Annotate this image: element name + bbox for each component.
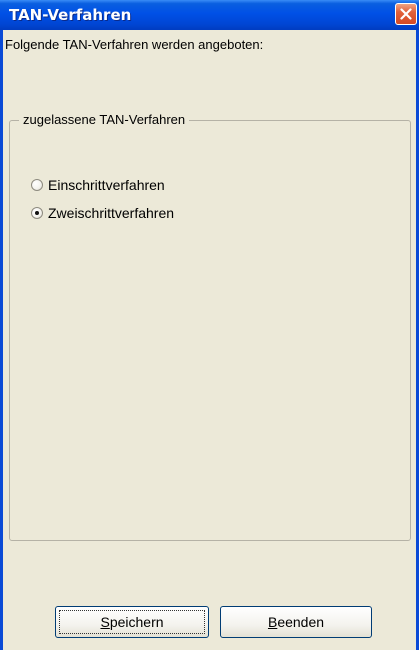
title-bar[interactable]: TAN-Verfahren (0, 0, 419, 30)
group-legend: zugelassene TAN-Verfahren (19, 112, 190, 127)
radio-button-selected[interactable] (31, 207, 43, 219)
radio-dot-icon (35, 211, 39, 215)
end-button[interactable]: Beenden (220, 606, 372, 638)
radio-button-unselected[interactable] (31, 179, 43, 191)
close-button[interactable] (395, 3, 417, 25)
end-button-label: Beenden (267, 614, 325, 630)
window-title: TAN-Verfahren (9, 6, 132, 24)
dialog-window: TAN-Verfahren Folgende TAN-Verfahren wer… (0, 0, 419, 650)
save-button-label: Speichern (100, 614, 164, 630)
tan-method-group: zugelassene TAN-Verfahren Einschrittverf… (9, 112, 411, 541)
option-label: Einschrittverfahren (48, 177, 165, 193)
option-label: Zweischrittverfahren (48, 205, 175, 221)
close-icon (400, 8, 412, 20)
intro-text: Folgende TAN-Verfahren werden angeboten: (5, 37, 264, 52)
save-button[interactable]: Speichern (55, 606, 209, 638)
